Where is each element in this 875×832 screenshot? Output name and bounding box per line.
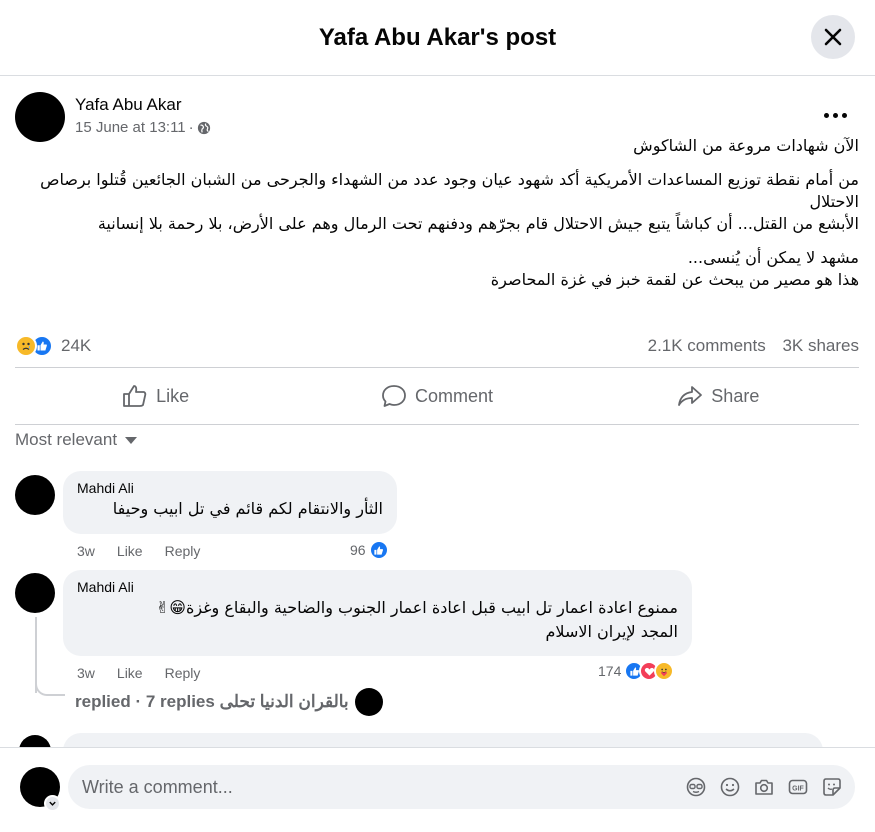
sticker-icon xyxy=(823,778,841,796)
comment-actions: 3w Like Reply xyxy=(77,665,222,681)
more-options-button[interactable] xyxy=(817,105,853,125)
comment-reaction-count: 96 xyxy=(350,542,366,558)
shares-count[interactable]: 3K shares xyxy=(782,336,859,355)
post-paragraph: الأبشع من القتل... أن كباشاً يتبع جيش ال… xyxy=(97,214,859,233)
post-body: الآن شهادات مروعة من الشاكوش من أمام نقط… xyxy=(14,135,859,303)
sort-label: Most relevant xyxy=(15,430,118,449)
close-icon xyxy=(824,28,842,46)
comment-bubble xyxy=(63,733,823,747)
post-paragraph: الآن شهادات مروعة من الشاكوش xyxy=(633,136,859,155)
sticker-button[interactable] xyxy=(821,776,843,798)
comment-text: ممنوع اعادة اعمار تل ابيب قبل اعادة اعما… xyxy=(155,598,678,617)
share-label: Share xyxy=(711,385,760,406)
globe-icon xyxy=(197,121,210,135)
partial-comment xyxy=(15,733,825,747)
close-button[interactable] xyxy=(811,15,855,59)
comment-reply-button[interactable]: Reply xyxy=(165,543,201,559)
post-content[interactable]: Yafa Abu Akar 15 June at 13:11 · الآن شه… xyxy=(0,77,875,747)
like-button[interactable]: Like xyxy=(15,374,296,418)
share-icon xyxy=(678,386,703,406)
chevron-down-icon[interactable] xyxy=(44,795,61,812)
comment-button[interactable]: Comment xyxy=(296,374,577,418)
post-action-bar: Like Comment Share xyxy=(15,367,859,425)
post-paragraph: مشهد لا يمكن أن يُنسى... xyxy=(687,248,859,267)
comment-actions: 3w Like Reply xyxy=(77,543,222,559)
comment-text-line2: المجد لإيران الاسلام xyxy=(545,622,679,641)
comment-bubble: Mahdi Ali الثأر والانتقام لكم قائم في تل… xyxy=(63,471,397,534)
comment-reactions[interactable]: 174 xyxy=(598,661,675,681)
emoji-icon xyxy=(720,777,740,797)
commenter-name[interactable]: Mahdi Ali xyxy=(77,578,678,596)
author-name[interactable]: Yafa Abu Akar xyxy=(75,94,211,116)
comment-item: Mahdi Ali ممنوع اعادة اعمار تل ابيب قبل … xyxy=(15,570,815,693)
avatar-sticker-icon xyxy=(686,777,706,797)
like-label: Like xyxy=(156,385,190,406)
gif-icon: GIF xyxy=(788,779,808,795)
comments-count[interactable]: 2.1K comments xyxy=(648,336,766,355)
camera-button[interactable] xyxy=(753,776,775,798)
comment-like-button[interactable]: Like xyxy=(117,543,143,559)
camera-icon xyxy=(755,779,773,795)
dialog-header: Yafa Abu Akar's post xyxy=(0,0,875,76)
commenter-avatar[interactable] xyxy=(15,573,55,613)
comment-sort-dropdown[interactable]: Most relevant xyxy=(15,430,138,450)
comment-item: Mahdi Ali الثأر والانتقام لكم قائم في تل… xyxy=(15,471,815,565)
sad-reaction-icon xyxy=(15,335,37,357)
reactions-summary: 24K 2.1K comments 3K shares xyxy=(15,333,859,359)
caret-down-icon xyxy=(125,436,138,444)
reaction-stack[interactable]: 24K xyxy=(15,335,91,357)
post-paragraph: هذا هو مصير من يبحث عن لقمة خبز في غزة ا… xyxy=(490,270,859,289)
more-dots-icon xyxy=(823,112,829,118)
gif-button[interactable]: GIF xyxy=(787,776,809,798)
post-dialog: Yafa Abu Akar's post Yafa Abu Akar 15 Ju… xyxy=(0,0,875,832)
care-reaction-icon xyxy=(654,661,675,681)
comment-icon xyxy=(382,385,406,407)
like-icon xyxy=(123,385,147,407)
post-stats: 2.1K comments 3K shares xyxy=(636,336,859,356)
emoji-button[interactable] xyxy=(719,776,741,798)
dialog-title: Yafa Abu Akar's post xyxy=(318,23,557,51)
share-button[interactable]: Share xyxy=(578,374,859,418)
comment-like-button[interactable]: Like xyxy=(117,665,143,681)
comment-time[interactable]: 3w xyxy=(77,665,95,681)
reaction-count[interactable]: 24K xyxy=(61,336,91,356)
like-reaction-icon xyxy=(368,540,389,560)
commenter-avatar xyxy=(19,735,51,747)
comment-reactions[interactable]: 96 xyxy=(350,540,389,560)
comment-input-box[interactable]: GIF xyxy=(68,765,855,809)
comment-time[interactable]: 3w xyxy=(77,543,95,559)
comment-input[interactable] xyxy=(82,776,642,798)
view-replies-link[interactable]: بالقران الدنيا تحلى replied · 7 replies xyxy=(75,688,383,716)
reply-author-avatar xyxy=(354,688,383,716)
commenter-name[interactable]: Mahdi Ali xyxy=(77,479,383,497)
comment-bubble: Mahdi Ali ممنوع اعادة اعمار تل ابيب قبل … xyxy=(63,570,692,656)
post-paragraph: من أمام نقطة توزيع المساعدات الأمريكية أ… xyxy=(40,170,859,211)
comment-composer: GIF xyxy=(0,747,875,832)
comment-label: Comment xyxy=(414,385,493,406)
svg-text:GIF: GIF xyxy=(792,785,804,792)
avatar-sticker-button[interactable] xyxy=(685,776,707,798)
replies-summary: بالقران الدنيا تحلى replied · 7 replies xyxy=(75,692,349,711)
comment-text: الثأر والانتقام لكم قائم في تل ابيب وحيف… xyxy=(112,499,383,518)
comment-reply-button[interactable]: Reply xyxy=(165,665,201,681)
commenter-avatar[interactable] xyxy=(15,475,55,515)
composer-tools: GIF xyxy=(673,776,843,798)
comment-reaction-count: 174 xyxy=(598,663,622,679)
